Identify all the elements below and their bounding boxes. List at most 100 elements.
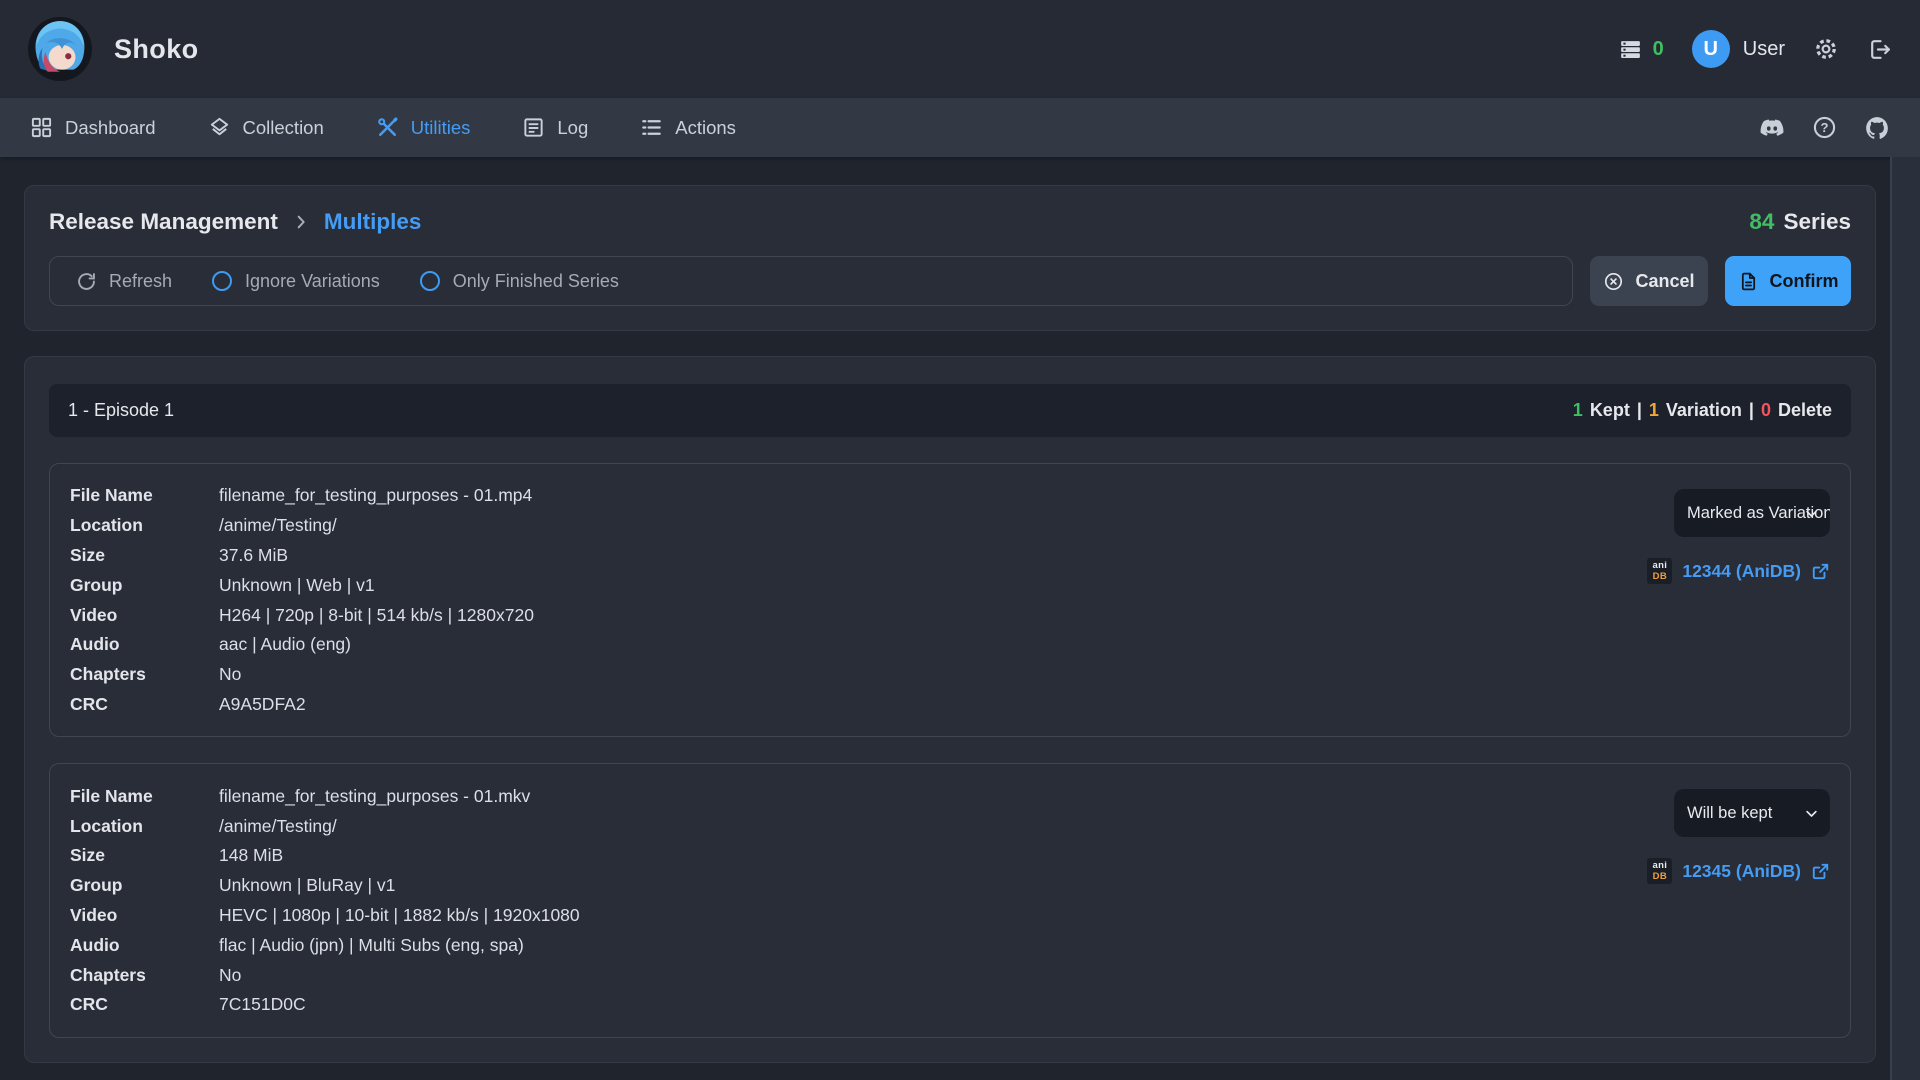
episode-header-row: 1 - Episode 1 1 Kept | 1 Variation | 0 D… xyxy=(49,384,1851,437)
toggle-label: Ignore Variations xyxy=(245,271,380,292)
confirm-document-icon xyxy=(1738,271,1759,292)
toggle-ignore-variations[interactable]: Ignore Variations xyxy=(212,271,380,292)
main-nav: Dashboard Collection Utilities Log Actio… xyxy=(0,98,1920,157)
variation-count: 1 xyxy=(1649,400,1659,421)
nav-label: Collection xyxy=(243,117,324,139)
file-detail-row: ChaptersNo xyxy=(70,960,580,990)
scrollbar-track[interactable] xyxy=(1890,157,1920,1080)
field-label: CRC xyxy=(70,694,219,715)
anidb-icon-text-bottom: DB xyxy=(1653,572,1667,582)
field-value: 148 MiB xyxy=(219,845,580,866)
app-title: Shoko xyxy=(114,34,199,65)
nav-item-log[interactable]: Log xyxy=(522,116,588,139)
chevron-down-icon xyxy=(1804,506,1819,521)
cancel-label: Cancel xyxy=(1635,271,1694,292)
confirm-label: Confirm xyxy=(1770,271,1839,292)
anidb-link[interactable]: ani DB 12344 (AniDB) xyxy=(1647,558,1830,584)
breadcrumb-chevron-icon xyxy=(293,214,309,230)
file-detail-row: ChaptersNo xyxy=(70,660,534,690)
logout-button[interactable] xyxy=(1867,37,1892,62)
header-actions: 0 U User xyxy=(1618,30,1892,68)
file-detail-row: VideoH264 | 720p | 8-bit | 514 kb/s | 12… xyxy=(70,600,534,630)
queue-icon xyxy=(1618,37,1643,62)
file-details: File Namefilename_for_testing_purposes -… xyxy=(70,781,580,1019)
field-value: filename_for_testing_purposes - 01.mkv xyxy=(219,786,580,807)
field-value: H264 | 720p | 8-bit | 514 kb/s | 1280x72… xyxy=(219,605,534,626)
nav-item-utilities[interactable]: Utilities xyxy=(376,116,471,139)
shoko-logo[interactable] xyxy=(28,17,92,81)
file-detail-row: VideoHEVC | 1080p | 10-bit | 1882 kb/s |… xyxy=(70,901,580,931)
user-menu[interactable]: U User xyxy=(1692,30,1785,68)
file-detail-row: Size37.6 MiB xyxy=(70,541,534,571)
nav-label: Utilities xyxy=(411,117,471,139)
logout-icon xyxy=(1867,37,1892,62)
file-detail-row: File Namefilename_for_testing_purposes -… xyxy=(70,481,534,511)
cancel-button[interactable]: Cancel xyxy=(1590,256,1708,306)
delete-label: Delete xyxy=(1778,400,1832,421)
radio-circle-icon xyxy=(212,271,232,291)
field-label: Audio xyxy=(70,634,219,655)
file-card-side: Marked as Variation ani DB 12344 (AniDB) xyxy=(1630,481,1830,719)
field-label: File Name xyxy=(70,786,219,807)
field-label: Video xyxy=(70,605,219,626)
episode-title: 1 - Episode 1 xyxy=(68,400,174,421)
field-value: aac | Audio (eng) xyxy=(219,634,534,655)
nav-item-dashboard[interactable]: Dashboard xyxy=(30,116,156,139)
field-label: File Name xyxy=(70,485,219,506)
breadcrumb-parent[interactable]: Release Management xyxy=(49,209,278,235)
queue-status[interactable]: 0 xyxy=(1618,37,1664,62)
field-label: Size xyxy=(70,845,219,866)
file-status-dropdown[interactable]: Marked as Variation xyxy=(1674,489,1830,537)
confirm-button[interactable]: Confirm xyxy=(1725,256,1851,306)
series-count: 84 Series xyxy=(1749,209,1851,235)
file-detail-row: GroupUnknown | BluRay | v1 xyxy=(70,871,580,901)
refresh-label: Refresh xyxy=(109,271,172,292)
toggle-only-finished-series[interactable]: Only Finished Series xyxy=(420,271,619,292)
series-count-number: 84 xyxy=(1749,209,1774,235)
series-count-label: Series xyxy=(1783,209,1851,235)
nav-item-actions[interactable]: Actions xyxy=(640,116,736,139)
nav-label: Log xyxy=(557,117,588,139)
file-detail-row: Size148 MiB xyxy=(70,841,580,871)
file-detail-row: CRCA9A5DFA2 xyxy=(70,690,534,720)
github-icon xyxy=(1864,115,1890,141)
refresh-button[interactable]: Refresh xyxy=(76,271,172,292)
file-status-dropdown[interactable]: Will be kept xyxy=(1674,789,1830,837)
main-content: Release Management Multiples 84 Series R… xyxy=(0,157,1890,1080)
settings-button[interactable] xyxy=(1813,36,1839,62)
avatar: U xyxy=(1692,30,1730,68)
anidb-icon-text-top: ani xyxy=(1653,561,1668,571)
field-label: Group xyxy=(70,575,219,596)
queue-count: 0 xyxy=(1653,38,1664,61)
field-value: filename_for_testing_purposes - 01.mp4 xyxy=(219,485,534,506)
field-value: No xyxy=(219,664,534,685)
breadcrumb-current: Multiples xyxy=(324,209,422,235)
field-value: A9A5DFA2 xyxy=(219,694,534,715)
discord-icon xyxy=(1759,115,1785,141)
nav-label: Dashboard xyxy=(65,117,156,139)
help-link[interactable]: ? xyxy=(1812,115,1837,140)
episode-panel: 1 - Episode 1 1 Kept | 1 Variation | 0 D… xyxy=(24,356,1876,1063)
shoko-logo-icon xyxy=(28,17,92,81)
field-label: Location xyxy=(70,515,219,536)
nav-label: Actions xyxy=(675,117,736,139)
svg-text:?: ? xyxy=(1821,120,1829,135)
file-detail-row: Audioaac | Audio (eng) xyxy=(70,630,534,660)
github-link[interactable] xyxy=(1864,115,1890,141)
kept-label: Kept xyxy=(1590,400,1630,421)
actions-list-icon xyxy=(640,116,663,139)
help-icon: ? xyxy=(1812,115,1837,140)
delete-count: 0 xyxy=(1761,400,1771,421)
external-link-icon xyxy=(1811,562,1830,581)
file-detail-row: Audioflac | Audio (jpn) | Multi Subs (en… xyxy=(70,930,580,960)
field-value: HEVC | 1080p | 10-bit | 1882 kb/s | 1920… xyxy=(219,905,580,926)
log-document-icon xyxy=(522,116,545,139)
field-label: Audio xyxy=(70,935,219,956)
anidb-link[interactable]: ani DB 12345 (AniDB) xyxy=(1647,858,1830,884)
toolbar: Refresh Ignore Variations Only Finished … xyxy=(49,256,1851,306)
file-detail-row: GroupUnknown | Web | v1 xyxy=(70,570,534,600)
nav-item-collection[interactable]: Collection xyxy=(208,116,324,139)
field-label: Size xyxy=(70,545,219,566)
stat-separator: | xyxy=(1637,400,1642,421)
discord-link[interactable] xyxy=(1759,115,1785,141)
